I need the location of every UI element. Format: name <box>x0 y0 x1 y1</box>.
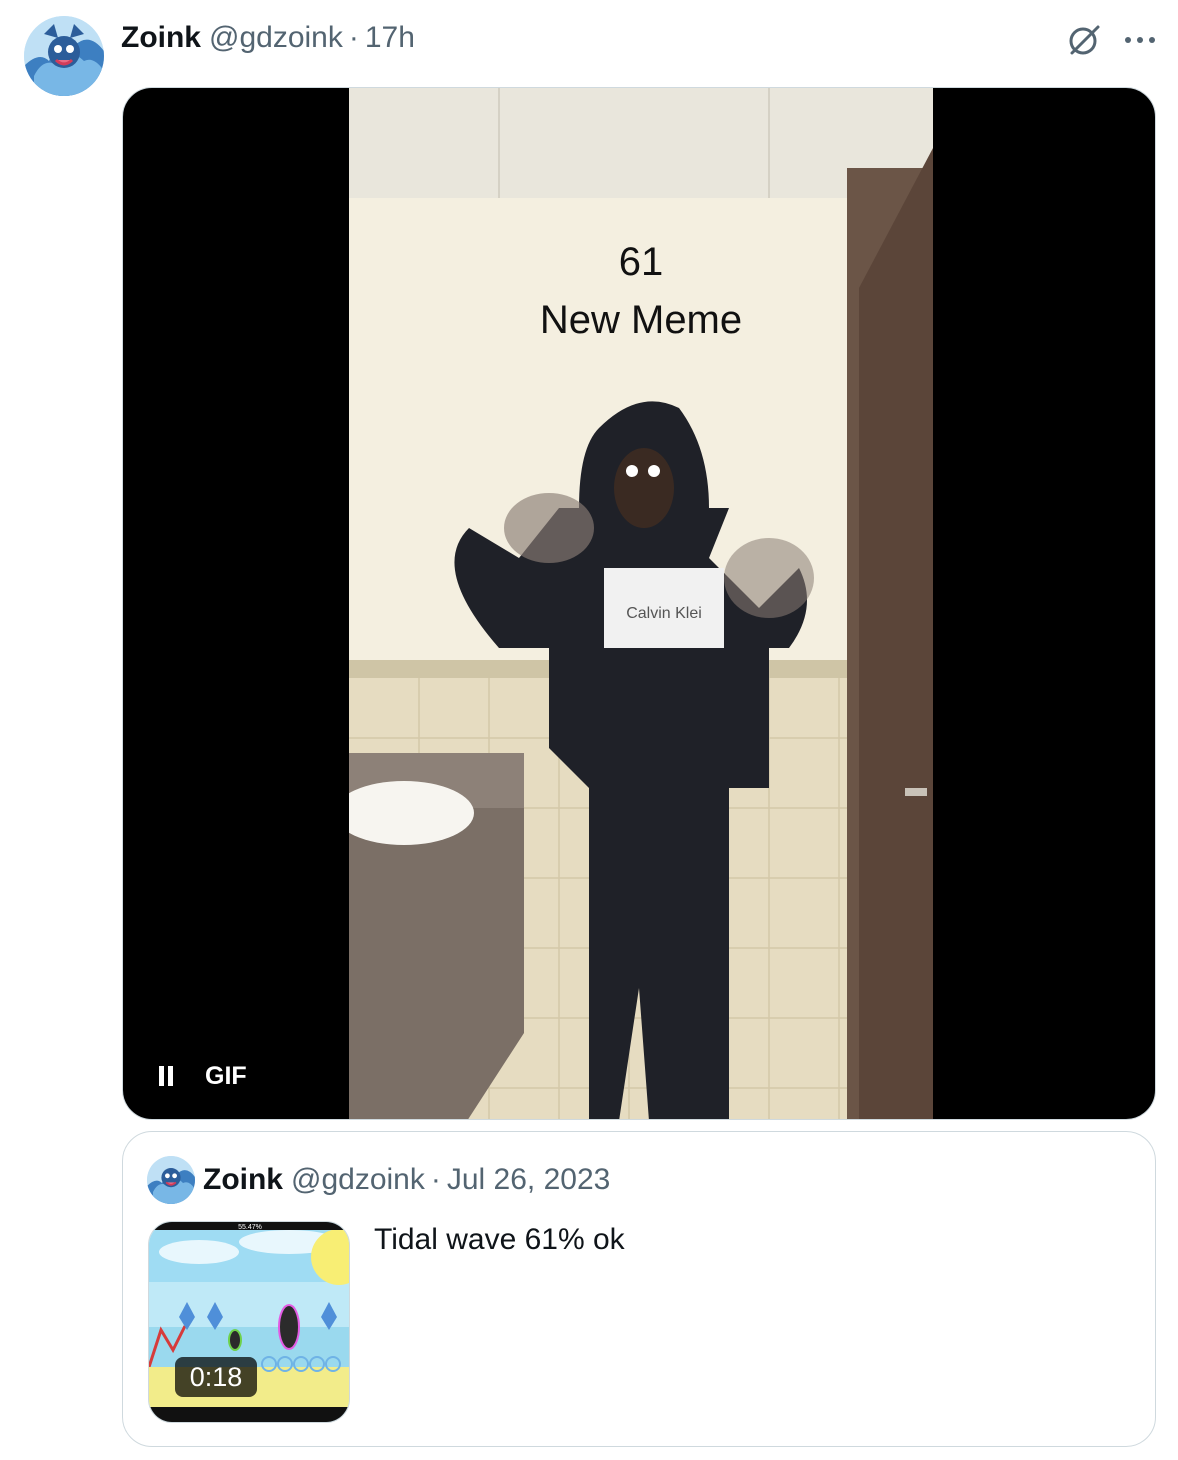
separator-dot: · <box>348 21 359 54</box>
caption-title: New Meme <box>539 298 743 342</box>
grok-icon[interactable] <box>1066 22 1102 58</box>
quoted-tweet-header: Zoink @gdzoink · Jul 26, 2023 <box>203 1162 610 1198</box>
gif-badge: GIF <box>205 1061 247 1090</box>
caption-number: 61 <box>618 240 664 284</box>
quoted-author-avatar[interactable] <box>147 1156 195 1204</box>
author-avatar[interactable] <box>24 16 104 96</box>
author-name[interactable]: Zoink <box>121 21 201 55</box>
progress-label: 55.47% <box>238 1224 262 1231</box>
more-options-icon[interactable] <box>1120 22 1160 58</box>
quoted-tweet[interactable]: Zoink @gdzoink · Jul 26, 2023 55.47% 0:1… <box>122 1131 1156 1447</box>
quoted-author-name: Zoink <box>203 1163 283 1196</box>
gif-frame[interactable]: Calvin Klei 61 New Meme <box>349 88 933 1119</box>
quoted-tweet-text: Tidal wave 61% ok <box>374 1223 625 1256</box>
video-duration-badge: 0:18 <box>175 1357 257 1397</box>
quoted-tweet-date: Jul 26, 2023 <box>446 1163 611 1196</box>
pause-icon[interactable] <box>157 1065 175 1087</box>
hoodie-text: Calvin Klei <box>626 605 702 622</box>
tweet-header: Zoink @gdzoink · 17h <box>121 20 415 56</box>
quoted-video-thumbnail[interactable]: 55.47% 0:18 <box>148 1221 350 1423</box>
tweet-time[interactable]: 17h <box>365 21 415 55</box>
tweet-media-gif[interactable]: Calvin Klei 61 New Meme GIF <box>122 87 1156 1120</box>
author-handle[interactable]: @gdzoink <box>209 21 343 55</box>
separator-dot: · <box>430 1163 441 1196</box>
gif-controls: GIF <box>157 1060 247 1092</box>
quoted-author-handle: @gdzoink <box>291 1163 425 1196</box>
